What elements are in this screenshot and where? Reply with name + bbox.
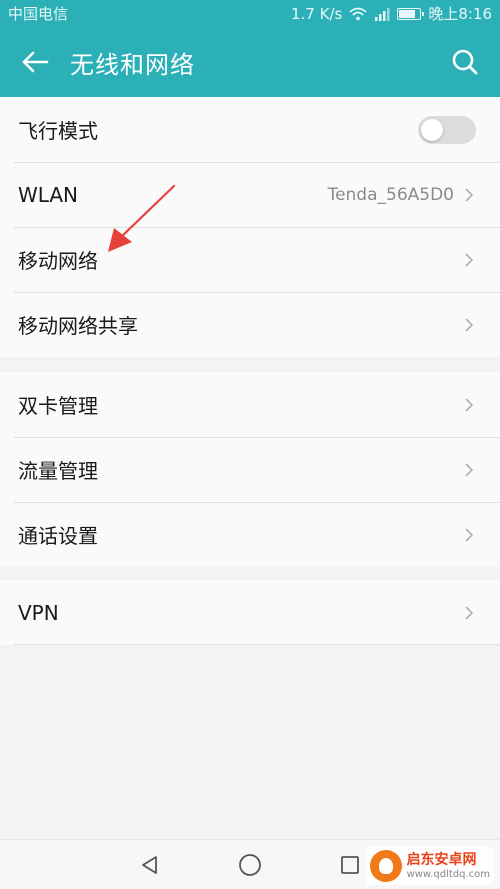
toggle-knob (421, 118, 443, 141)
status-bar: 中国电信 1.7 K/s 晚上8:16 (0, 0, 500, 27)
arrow-left-icon (22, 51, 49, 73)
row-label: 双卡管理 (18, 394, 98, 418)
square-recents-icon (341, 855, 359, 874)
signal-icon (374, 7, 390, 21)
row-label: WLAN (18, 182, 79, 207)
triangle-back-icon (142, 855, 157, 874)
row-label: 移动网络共享 (18, 314, 138, 338)
settings-group-network: 飞行模式 WLAN Tenda_56A5D0 移动网络 移动网络共享 (0, 97, 500, 357)
row-label: 移动网络 (18, 249, 98, 273)
row-label: 通话设置 (18, 524, 98, 548)
chevron-right-icon (465, 317, 474, 332)
nav-recents-button[interactable] (330, 845, 370, 885)
battery-icon (397, 7, 425, 20)
call-settings-row[interactable]: 通话设置 (0, 502, 500, 567)
data-usage-row[interactable]: 流量管理 (0, 437, 500, 502)
network-speed: 1.7 K/s (290, 4, 343, 23)
app-bar: 无线和网络 (0, 27, 500, 97)
circle-home-icon (239, 853, 261, 876)
nav-back-button[interactable] (130, 845, 170, 885)
settings-group-sim: 双卡管理 流量管理 通话设置 (0, 372, 500, 567)
wifi-icon (349, 7, 367, 21)
settings-group-vpn: VPN (0, 580, 500, 645)
back-button[interactable] (0, 27, 70, 97)
chevron-right-icon (465, 187, 474, 202)
divider (14, 644, 500, 645)
chevron-right-icon (465, 397, 474, 412)
chevron-right-icon (465, 252, 474, 267)
battery-level (399, 9, 416, 18)
watermark-url: www.qdltdq.com (406, 868, 490, 880)
wlan-network-name: Tenda_56A5D0 (327, 184, 454, 205)
chevron-right-icon (465, 605, 474, 620)
airplane-mode-row[interactable]: 飞行模式 (0, 97, 500, 162)
watermark-name: 启东安卓网 (406, 851, 477, 868)
row-label: 飞行模式 (18, 119, 98, 143)
clock: 晚上8:16 (428, 5, 492, 23)
row-label: 流量管理 (18, 459, 98, 483)
chevron-right-icon (465, 527, 474, 542)
chevron-right-icon (465, 462, 474, 477)
vpn-row[interactable]: VPN (0, 580, 500, 645)
search-icon (452, 49, 478, 75)
mobile-network-row[interactable]: 移动网络 (0, 227, 500, 292)
nav-home-button[interactable] (230, 845, 270, 885)
carrier-label: 中国电信 (8, 5, 69, 23)
dual-sim-row[interactable]: 双卡管理 (0, 372, 500, 437)
airplane-mode-toggle[interactable] (418, 115, 476, 144)
row-label: VPN (18, 600, 59, 625)
search-button[interactable] (430, 27, 500, 97)
page-title: 无线和网络 (70, 50, 195, 79)
watermark: 启东安卓网 www.qdltdq.com (365, 847, 494, 885)
tethering-row[interactable]: 移动网络共享 (0, 292, 500, 357)
watermark-logo-icon (369, 850, 402, 882)
wlan-row[interactable]: WLAN Tenda_56A5D0 (0, 162, 500, 227)
